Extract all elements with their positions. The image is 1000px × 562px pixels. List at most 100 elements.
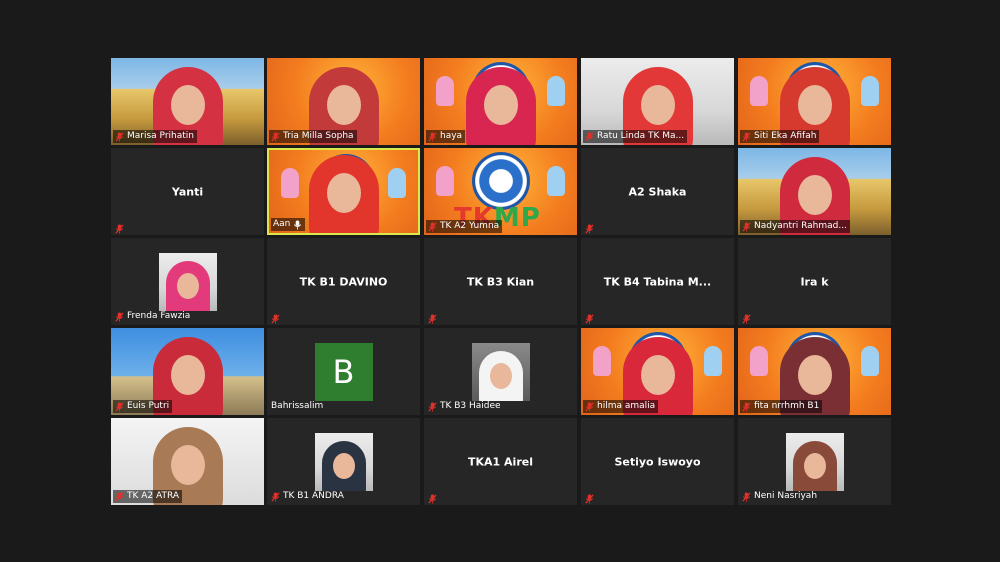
participant-video-figure [319, 440, 369, 491]
muted-microphone-icon [585, 132, 594, 142]
participant-name: Frenda Fawzia [127, 311, 191, 321]
muted-microphone-icon [271, 311, 280, 324]
microphone-icon [293, 220, 302, 230]
participant-video-figure [790, 440, 840, 491]
participant-name-label: fita nrrhmh B1 [740, 400, 823, 413]
muted-microphone-icon [742, 222, 751, 232]
muted-microphone-icon [585, 221, 594, 234]
participant-name: fita nrrhmh B1 [754, 401, 820, 411]
profile-photo-avatar [314, 432, 373, 491]
cartoon-child-icon [593, 346, 611, 376]
participant-tile[interactable]: TK B1 ANDRA [267, 418, 420, 505]
participant-name: Neni Nasriyah [754, 491, 818, 501]
participant-name-label: TK A2 Yumna [426, 220, 503, 233]
muted-microphone-icon [428, 311, 437, 324]
muted-microphone-icon [115, 492, 124, 502]
muted-microphone-icon [115, 132, 124, 142]
participant-video-figure [476, 350, 526, 401]
participant-name: Marisa Prihatin [127, 131, 194, 141]
participant-name-label: haya [426, 130, 466, 143]
participant-tile[interactable]: A2 Shaka [581, 148, 734, 235]
participant-name-label: Ratu Linda TK Ma... [583, 130, 688, 143]
participant-name: A2 Shaka [628, 185, 687, 198]
participant-name: Aan [273, 219, 291, 229]
participant-tile[interactable]: TKMP TK A2 Yumna [424, 148, 577, 235]
participant-tile[interactable]: TK B4 Tabina M... [581, 238, 734, 325]
muted-microphone-icon [742, 132, 751, 142]
muted-microphone-icon [428, 132, 437, 142]
participant-tile[interactable]: TKA1 Airel [424, 418, 577, 505]
cartoon-child-icon [388, 168, 406, 198]
muted-microphone-icon [742, 311, 751, 324]
participant-tile[interactable]: hilma amalia [581, 328, 734, 415]
participant-tile[interactable]: Marisa Prihatin [111, 58, 264, 145]
participant-tile[interactable]: Neni Nasriyah [738, 418, 891, 505]
participant-name-label: Neni Nasriyah [740, 490, 820, 503]
participant-tile[interactable]: Siti Eka Afifah [738, 58, 891, 145]
cartoon-child-icon [861, 346, 879, 376]
gallery-view: Marisa Prihatin Tria Milla Sopha haya Ratu … [0, 0, 1000, 562]
participant-name-label: hilma amalia [583, 400, 659, 413]
muted-microphone-icon [428, 222, 437, 232]
participant-name-label: Frenda Fawzia [113, 310, 193, 323]
participant-video-figure [163, 260, 213, 311]
participant-tile[interactable]: haya [424, 58, 577, 145]
muted-microphone-icon [428, 402, 437, 412]
participant-name-label: TK B1 ANDRA [269, 490, 347, 503]
participant-tile[interactable]: Yanti [111, 148, 264, 235]
participant-name: Yanti [171, 185, 204, 198]
participant-video-figure [305, 155, 383, 233]
muted-microphone-icon [115, 402, 124, 412]
participant-name: Tria Milla Sopha [283, 131, 354, 141]
participant-tile[interactable]: Ratu Linda TK Ma... [581, 58, 734, 145]
participant-tile[interactable]: Frenda Fawzia [111, 238, 264, 325]
participant-tile[interactable]: TK B3 Kian [424, 238, 577, 325]
participant-tile[interactable]: Aan [267, 148, 420, 235]
participant-tile[interactable]: Euis Putri [111, 328, 264, 415]
participant-tile[interactable]: Ira k [738, 238, 891, 325]
participant-name: TK B4 Tabina M... [603, 275, 712, 288]
profile-photo-avatar [785, 432, 844, 491]
muted-microphone-icon [271, 492, 280, 502]
participant-tile[interactable]: TK A2 ATRA [111, 418, 264, 505]
muted-microphone-icon [271, 132, 280, 142]
participant-name-label: Bahrissalim [269, 400, 326, 413]
participant-name: Ira k [800, 275, 829, 288]
participant-name: TK B1 ANDRA [283, 491, 344, 501]
cartoon-child-icon [750, 346, 768, 376]
participant-name: TK B3 Haidee [440, 401, 501, 411]
participant-name-label: Aan [271, 218, 306, 231]
participant-tile[interactable]: fita nrrhmh B1 [738, 328, 891, 415]
participant-name: Siti Eka Afifah [754, 131, 817, 141]
participant-tile[interactable]: Setiyo Iswoyo [581, 418, 734, 505]
muted-microphone-icon [585, 402, 594, 412]
participant-tile[interactable]: Nadyantri Rahmad... [738, 148, 891, 235]
participant-name: Euis Putri [127, 401, 170, 411]
participant-video-figure [462, 67, 540, 145]
letter-avatar: B [314, 342, 373, 401]
participant-name: Setiyo Iswoyo [614, 455, 701, 468]
cartoon-child-icon [436, 166, 454, 196]
participant-name-label: TK A2 ATRA [113, 490, 183, 503]
muted-microphone-icon [115, 312, 124, 322]
participant-name: Nadyantri Rahmad... [754, 221, 847, 231]
participant-name: Bahrissalim [271, 401, 324, 411]
cartoon-child-icon [547, 76, 565, 106]
participant-tile[interactable]: TK B1 DAVINO [267, 238, 420, 325]
participant-name: hilma amalia [597, 401, 656, 411]
cartoon-child-icon [436, 76, 454, 106]
participant-tile[interactable]: B Bahrissalim [267, 328, 420, 415]
participant-name-label: Tria Milla Sopha [269, 130, 357, 143]
muted-microphone-icon [742, 492, 751, 502]
participant-name: TK A2 Yumna [440, 221, 500, 231]
participant-name-label: TK B3 Haidee [426, 400, 504, 413]
participant-name: haya [440, 131, 463, 141]
participant-name: TKA1 Airel [468, 455, 533, 468]
cartoon-child-icon [750, 76, 768, 106]
participant-name: TK A2 ATRA [127, 491, 180, 501]
muted-microphone-icon [115, 221, 124, 234]
participant-name-label: Marisa Prihatin [113, 130, 197, 143]
participant-tile[interactable]: Tria Milla Sopha [267, 58, 420, 145]
participant-tile[interactable]: TK B3 Haidee [424, 328, 577, 415]
muted-microphone-icon [742, 402, 751, 412]
